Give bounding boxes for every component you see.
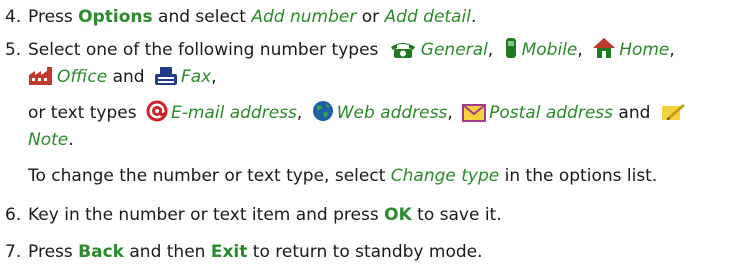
term-postal-address: Postal address bbox=[489, 103, 614, 123]
step-number: 7. bbox=[5, 242, 22, 262]
step-number: 5. bbox=[5, 40, 22, 60]
step-5-line-4: Note. bbox=[28, 127, 740, 154]
step-text: Select one of the following number types bbox=[28, 40, 384, 60]
key-ok: OK bbox=[384, 205, 412, 225]
step-number: 4. bbox=[5, 7, 22, 27]
step-text: or bbox=[356, 7, 385, 27]
office-icon bbox=[28, 66, 54, 95]
step-text: to save it. bbox=[411, 205, 502, 225]
term-home: Home bbox=[619, 40, 670, 60]
step-text: and bbox=[107, 67, 150, 87]
term-note: Note bbox=[28, 130, 69, 150]
step-text: , bbox=[447, 103, 459, 123]
step-text: Key in the number or text item and press bbox=[28, 205, 385, 225]
step-text: Press bbox=[28, 242, 79, 262]
key-exit: Exit bbox=[210, 242, 248, 262]
step-text: , bbox=[296, 103, 308, 123]
term-add-detail: Add detail bbox=[384, 7, 471, 27]
term-email-address: E-mail address bbox=[171, 103, 297, 123]
term-change-type: Change type bbox=[390, 166, 500, 186]
term-fax: Fax bbox=[180, 67, 212, 87]
term-add-number: Add number bbox=[251, 7, 357, 27]
step-4: 4. Press Options and select Add number or… bbox=[0, 4, 740, 31]
step-text: , bbox=[211, 67, 217, 87]
step-text: Press bbox=[28, 7, 79, 27]
step-number: 6. bbox=[5, 205, 22, 225]
step-text: and select bbox=[152, 7, 252, 27]
key-options: Options bbox=[78, 7, 153, 27]
step-text: or text types bbox=[28, 103, 142, 123]
step-text: . bbox=[470, 7, 477, 27]
step-text: To change the number or text type, selec… bbox=[28, 166, 391, 186]
step-6: 6. Key in the number or text item and pre… bbox=[0, 202, 740, 229]
step-text: and then bbox=[123, 242, 211, 262]
term-web-address: Web address bbox=[336, 103, 448, 123]
fax-icon bbox=[154, 66, 178, 95]
step-7: 7. Press Back and then Exit to return to … bbox=[0, 239, 740, 266]
step-text: to return to standby mode. bbox=[247, 242, 483, 262]
step-text: , bbox=[577, 40, 589, 60]
step-text: , bbox=[669, 40, 675, 60]
step-text: . bbox=[68, 130, 74, 150]
step-5-line-5: To change the number or text type, selec… bbox=[28, 163, 740, 190]
term-office: Office bbox=[57, 67, 108, 87]
step-5-line-2: Office and Fax, bbox=[28, 64, 740, 95]
term-mobile: Mobile bbox=[521, 40, 578, 60]
step-text: and bbox=[613, 103, 656, 123]
step-text: , bbox=[487, 40, 499, 60]
term-general: General bbox=[420, 40, 488, 60]
key-back: Back bbox=[78, 242, 124, 262]
step-text: in the options list. bbox=[499, 166, 658, 186]
